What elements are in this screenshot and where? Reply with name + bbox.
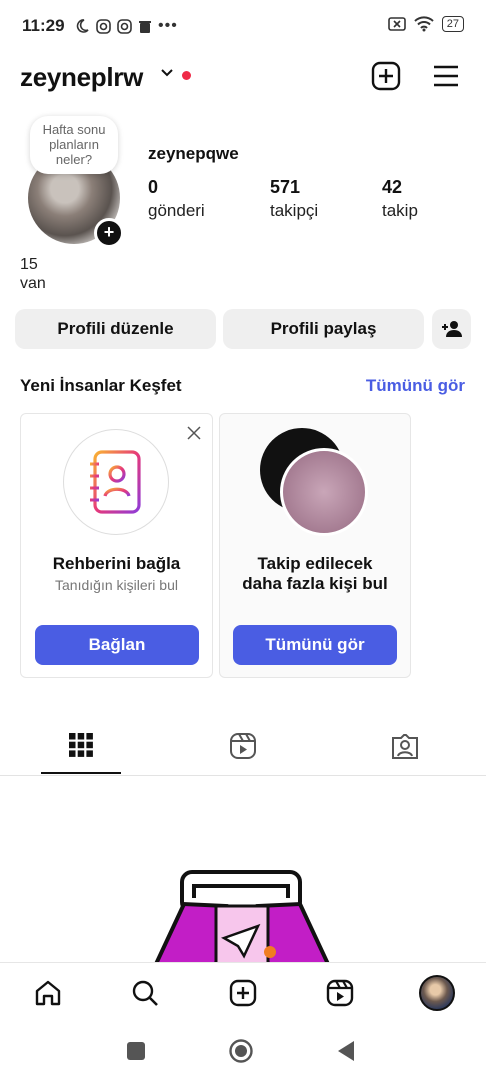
battery-indicator: 27: [441, 16, 464, 32]
contacts-icon-circle: [63, 429, 169, 535]
instagram-notif-icon: [96, 18, 111, 34]
posts-label: gönderi: [148, 201, 205, 220]
chevron-down-icon[interactable]: [160, 68, 174, 78]
add-story-button[interactable]: +: [94, 218, 124, 248]
recents-icon[interactable]: [127, 1042, 145, 1060]
close-icon[interactable]: [187, 426, 201, 440]
menu-icon: [434, 65, 458, 87]
grid-icon[interactable]: [69, 733, 93, 757]
discover-people-button[interactable]: [432, 309, 471, 349]
following-label[interactable]: takip: [382, 201, 418, 221]
bio-line-1: 15: [20, 256, 38, 273]
notification-dot: [182, 71, 191, 80]
username-switcher[interactable]: zeyneplrw: [20, 62, 143, 93]
note-bubble[interactable]: Hafta sonu planların neler?: [30, 116, 118, 174]
status-time: 11:29: [22, 16, 65, 35]
display-name: zeynepqwe: [148, 144, 239, 163]
contacts-card-title: Rehberini bağla: [52, 554, 181, 573]
following-count[interactable]: 42: [382, 177, 402, 198]
home-icon[interactable]: [34, 979, 62, 1007]
more-dots-icon: •••: [158, 17, 178, 34]
trash-icon: [139, 20, 151, 33]
contacts-card: Rehberini bağla Tanıdığın kişileri bul B…: [20, 413, 213, 678]
new-post-button[interactable]: [370, 60, 402, 92]
reels-icon[interactable]: [326, 979, 354, 1007]
tagged-icon[interactable]: [391, 732, 419, 760]
contacts-card-subtitle: Tanıdığın kişileri bul: [55, 577, 178, 593]
contact-book-icon: [90, 450, 141, 514]
followers-count[interactable]: 571: [270, 177, 300, 198]
back-icon[interactable]: [336, 1040, 356, 1062]
instagram-notif-icon-2: [117, 18, 132, 34]
discover-see-all-link[interactable]: Tümünü gör: [366, 376, 465, 396]
edit-profile-button[interactable]: Profili düzenle: [15, 309, 216, 349]
active-tab-indicator: [41, 772, 121, 774]
discover-title: Yeni İnsanlar Keşfet: [20, 376, 182, 395]
connect-button[interactable]: Bağlan: [35, 625, 199, 665]
status-notification-icons: •••: [74, 17, 178, 35]
wifi-icon: [414, 16, 434, 32]
tab-divider: [0, 775, 486, 776]
home-circle-icon[interactable]: [229, 1039, 253, 1063]
reels-tab-icon[interactable]: [229, 732, 257, 760]
bio-text: 15 van: [20, 255, 46, 293]
system-navigation: [0, 1022, 486, 1080]
bio-line-2: van: [20, 275, 46, 292]
new-post-icon: [371, 61, 401, 91]
find-more-card: Takip edilecek daha fazla kişi bul Tümün…: [219, 413, 411, 678]
suggested-avatar-2: [280, 448, 368, 536]
no-sim-icon: [387, 17, 406, 31]
search-icon[interactable]: [131, 979, 159, 1007]
profile-avatar-nav[interactable]: [419, 975, 455, 1011]
add-person-icon: [441, 321, 462, 337]
moon-icon: [76, 19, 89, 33]
followers-label[interactable]: takipçi: [270, 201, 318, 221]
bottom-navigation: [0, 962, 486, 1023]
menu-button[interactable]: [430, 60, 462, 92]
share-profile-button[interactable]: Profili paylaş: [223, 309, 424, 349]
find-more-see-all-button[interactable]: Tümünü gör: [233, 625, 397, 665]
create-icon[interactable]: [229, 979, 257, 1007]
empty-posts-illustration: [153, 870, 331, 964]
posts-count: 0: [148, 177, 159, 197]
find-more-card-title: Takip edilecek daha fazla kişi bul: [242, 554, 388, 593]
status-system-icons: 27: [387, 16, 464, 32]
